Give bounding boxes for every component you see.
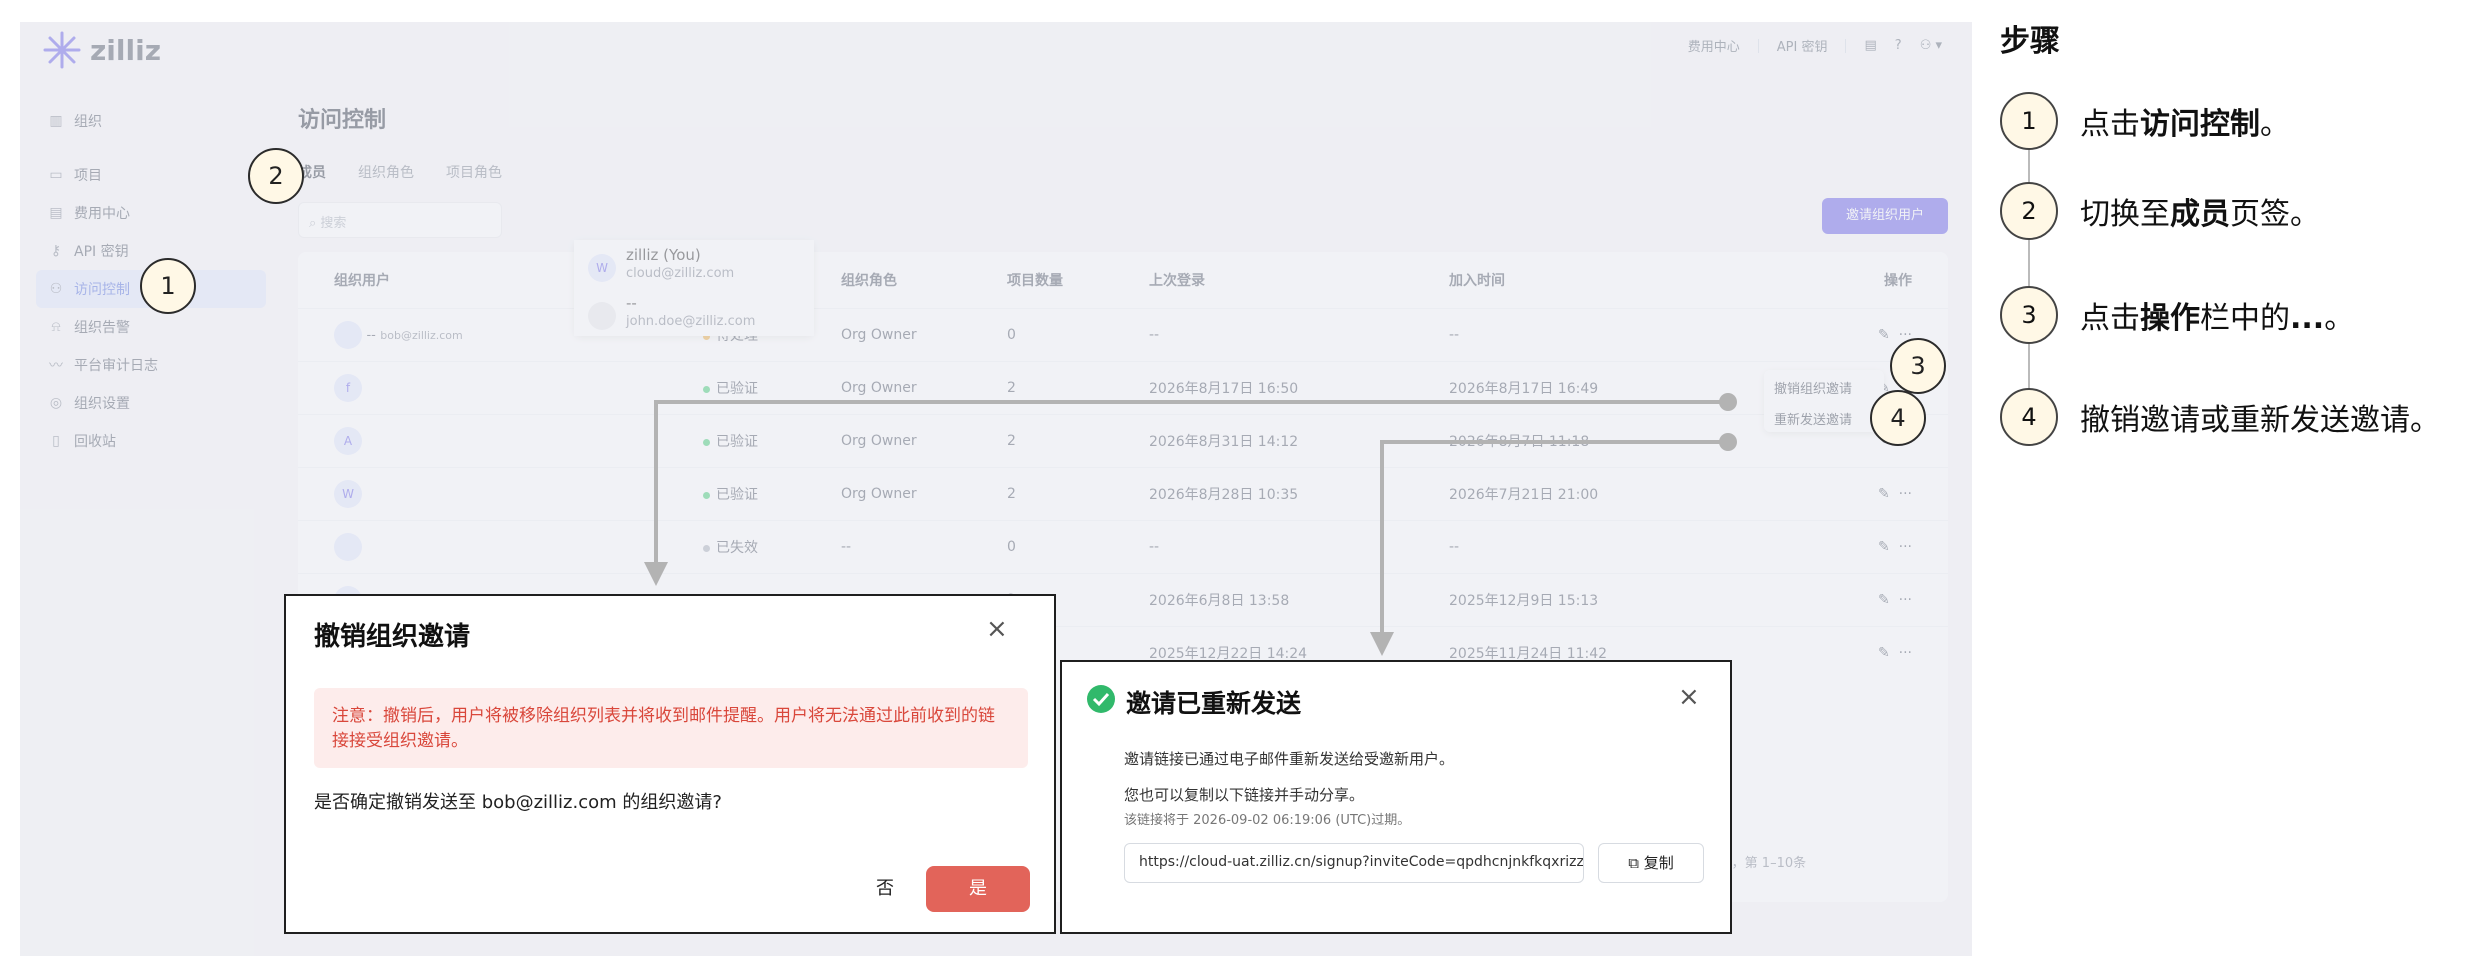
step-text-plain: 点击 (2080, 301, 2140, 336)
steps-panel: 步骤 1 点击访问控制。 2 切换至成员页签。 3 点击操作栏中的...。 4 … (2000, 0, 2482, 977)
step-number: 3 (2000, 286, 2058, 344)
step-text-plain: 。 (2324, 301, 2355, 336)
step-text-plain: 点击 (2080, 107, 2140, 142)
step-text: 点击操作栏中的...。 (2080, 293, 2354, 337)
step-text: 点击访问控制。 (2080, 99, 2290, 143)
confirm-question: 是否确定撤销发送至 bob@zilliz.com 的组织邀请? (314, 792, 722, 813)
step-text-bold: 成员 (2170, 197, 2230, 232)
step-1: 1 点击访问控制。 (2000, 92, 2290, 150)
step-4: 4 撤销邀请或重新发送邀请。 (2000, 388, 2440, 446)
step-number: 2 (2000, 182, 2058, 240)
resent-message: 邀请链接已通过电子邮件重新发送给受邀新用户。 (1124, 750, 1455, 768)
arrow-head (1370, 632, 1394, 656)
step-text: 切换至成员页签。 (2080, 189, 2320, 233)
step-text-bold: 访问控制 (2140, 107, 2260, 142)
arrow-start-dot (1719, 433, 1737, 451)
step-text-bold: ... (2290, 301, 2325, 336)
step-text-plain: 。 (2260, 107, 2290, 142)
confirm-button[interactable]: 是 (926, 866, 1030, 912)
step-text-plain: 栏中的 (2200, 301, 2290, 336)
step-number: 1 (2000, 92, 2058, 150)
step-text-plain: 切换至 (2080, 197, 2170, 232)
callout-1: 1 (140, 258, 196, 314)
check-circle-icon (1087, 685, 1115, 713)
step-text: 撤销邀请或重新发送邀请。 (2080, 403, 2440, 438)
copy-button[interactable]: ⧉ 复制 (1598, 843, 1704, 883)
arrow-line-resend (1380, 440, 1728, 632)
copy-label: 复制 (1643, 854, 1674, 872)
copy-icon: ⧉ (1628, 854, 1639, 872)
arrow-start-dot (1719, 393, 1737, 411)
callout-3: 3 (1890, 338, 1946, 394)
close-icon[interactable]: × (1678, 682, 1700, 712)
warning-box: 注意：撤销后，用户将被移除组织列表并将收到邮件提醒。用户将无法通过此前收到的链接… (314, 688, 1028, 768)
arrow-line-revoke (654, 400, 1728, 562)
copy-hint: 您也可以复制以下链接并手动分享。 (1124, 786, 1365, 804)
dialog-title: 撤销组织邀请 (314, 622, 471, 652)
close-icon[interactable]: × (986, 614, 1008, 644)
step-2: 2 切换至成员页签。 (2000, 182, 2320, 240)
step-text-bold: 操作 (2140, 301, 2200, 336)
screenshot-panel: zilliz 费用中心 API 密钥 ▤ ? ⚇ ▾ ▥ 组织 ▭ 项目 ▤ 费用中心… (20, 22, 1972, 956)
dialog-title: 邀请已重新发送 (1126, 689, 1302, 718)
step-number: 4 (2000, 388, 2058, 446)
invite-link-field[interactable]: https://cloud-uat.zilliz.cn/signup?invit… (1124, 843, 1584, 883)
revoke-invite-dialog: 撤销组织邀请 × 注意：撤销后，用户将被移除组织列表并将收到邮件提醒。用户将无法… (284, 594, 1056, 934)
callout-4: 4 (1870, 390, 1926, 446)
invite-resent-dialog: 邀请已重新发送 × 邀请链接已通过电子邮件重新发送给受邀新用户。 您也可以复制以… (1060, 660, 1732, 934)
cancel-button[interactable]: 否 (876, 866, 894, 912)
expiry-note: 该链接将于 2026-09-02 06:19:06 (UTC)过期。 (1124, 813, 1411, 828)
steps-heading: 步骤 (2000, 24, 2060, 59)
arrow-head (644, 562, 668, 586)
step-3: 3 点击操作栏中的...。 (2000, 286, 2354, 344)
step-text-plain: 页签。 (2230, 197, 2320, 232)
callout-2: 2 (248, 148, 304, 204)
